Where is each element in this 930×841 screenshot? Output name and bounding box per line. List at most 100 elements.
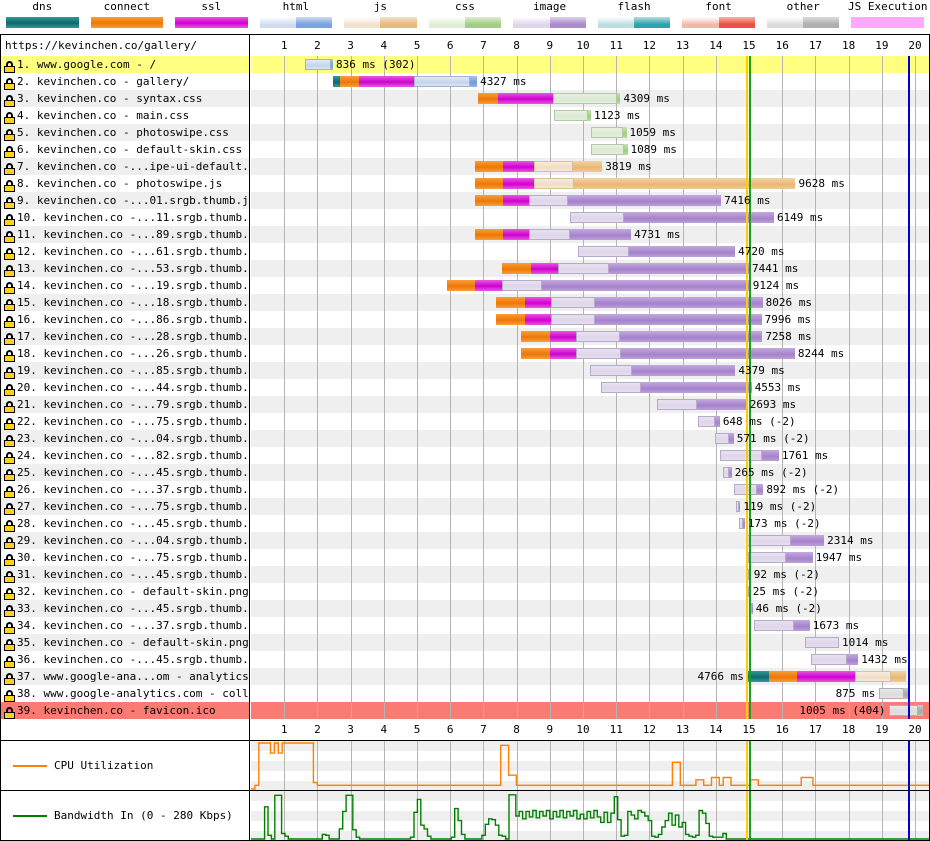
bar-duration-label: 4731 ms [634, 226, 680, 243]
waterfall-bar[interactable] [578, 246, 735, 257]
waterfall-bar[interactable] [698, 416, 720, 427]
waterfall-bar[interactable] [521, 331, 762, 342]
timeline-tick-top: 1 [281, 35, 288, 56]
bar-segment-dl-img [729, 467, 731, 478]
request-label-row[interactable]: 23. kevinchen.co -...04.srgb.thumb.jpg [1, 430, 249, 447]
waterfall-bar[interactable] [879, 688, 908, 699]
request-label-row[interactable]: 33. kevinchen.co -...45.srgb.thumb.jpg [1, 600, 249, 617]
bar-segment-connect [521, 348, 550, 359]
waterfall-bar[interactable] [805, 637, 839, 648]
timeline-gridline [915, 56, 916, 719]
waterfall-bar[interactable] [333, 76, 477, 87]
waterfall-bar[interactable] [748, 671, 906, 682]
request-label-row[interactable]: 14. kevinchen.co -...19.srgb.thumb.jpg [1, 277, 249, 294]
legend-swatch [682, 17, 755, 28]
waterfall-bar[interactable] [475, 161, 602, 172]
request-label-row[interactable]: 2. kevinchen.co - gallery/ [1, 73, 249, 90]
bar-segment-ssl [550, 348, 577, 359]
waterfall-bar[interactable] [475, 229, 631, 240]
bar-duration-label: 8026 ms [766, 294, 812, 311]
timeline-tick-top: 7 [480, 35, 487, 56]
request-label-row[interactable]: 21. kevinchen.co -...79.srgb.thumb.jpg [1, 396, 249, 413]
waterfall-bar[interactable] [305, 59, 333, 70]
bar-duration-label: 4720 ms [738, 243, 784, 260]
waterfall-bar[interactable] [889, 705, 923, 716]
bar-segment-ttfb-css [554, 110, 588, 121]
request-label-row[interactable]: 20. kevinchen.co -...44.srgb.thumb.jpg [1, 379, 249, 396]
request-label-row[interactable]: 5. kevinchen.co - photoswipe.css [1, 124, 249, 141]
waterfall-bar[interactable] [496, 297, 762, 308]
request-label-row[interactable]: 31. kevinchen.co -...45.srgb.thumb.jpg [1, 566, 249, 583]
request-label-row[interactable]: 9. kevinchen.co -...01.srgb.thumb.jpg [1, 192, 249, 209]
waterfall-bar[interactable] [747, 535, 824, 546]
request-label-row[interactable]: 35. kevinchen.co - default-skin.png [1, 634, 249, 651]
waterfall-bar[interactable] [447, 280, 750, 291]
bar-duration-label: 836 ms (302) [336, 56, 415, 73]
request-label-row[interactable]: 36. kevinchen.co -...45.srgb.thumb.jpg [1, 651, 249, 668]
request-label-row[interactable]: 32. kevinchen.co - default-skin.png [1, 583, 249, 600]
bar-segment-dl-img [715, 416, 720, 427]
waterfall-bar[interactable] [657, 399, 746, 410]
waterfall-bar[interactable] [601, 382, 752, 393]
request-label-row[interactable]: 8. kevinchen.co - photoswipe.js [1, 175, 249, 192]
timeline-gridline [550, 56, 551, 719]
waterfall-bar[interactable] [723, 467, 732, 478]
request-label-row[interactable]: 26. kevinchen.co -...37.srgb.thumb.jpg [1, 481, 249, 498]
waterfall-bar[interactable] [478, 93, 621, 104]
request-label-row[interactable]: 4. kevinchen.co - main.css [1, 107, 249, 124]
request-label-row[interactable]: 37. www.google-ana...om - analytics.js [1, 668, 249, 685]
request-label-row[interactable]: 29. kevinchen.co -...04.srgb.thumb.jpg [1, 532, 249, 549]
request-label-row[interactable]: 12. kevinchen.co -...61.srgb.thumb.jpg [1, 243, 249, 260]
bar-segment-ssl [475, 280, 502, 291]
request-label-row[interactable]: 11. kevinchen.co -...89.srgb.thumb.jpg [1, 226, 249, 243]
legend-item-flash: flash [592, 0, 677, 28]
waterfall-bar[interactable] [754, 620, 809, 631]
waterfall-bar[interactable] [570, 212, 774, 223]
waterfall-bar[interactable] [521, 348, 795, 359]
request-label-row[interactable]: 16. kevinchen.co -...86.srgb.thumb.jpg [1, 311, 249, 328]
waterfall-bar[interactable] [811, 654, 858, 665]
waterfall-bar[interactable] [736, 501, 740, 512]
lock-icon [4, 401, 15, 413]
request-label-row[interactable]: 25. kevinchen.co -...45.srgb.thumb.jpg [1, 464, 249, 481]
request-label-text: 2. kevinchen.co - gallery/ [17, 75, 189, 88]
request-label-row[interactable]: 1. www.google.com - / [1, 56, 249, 73]
waterfall-bar[interactable] [591, 127, 626, 138]
bar-duration-label: 265 ms (-2) [735, 464, 808, 481]
waterfall-bar[interactable] [590, 365, 735, 376]
request-label-row[interactable]: 17. kevinchen.co -...28.srgb.thumb.jpg [1, 328, 249, 345]
waterfall-bar[interactable] [748, 552, 813, 563]
request-label-row[interactable]: 38. www.google-analytics.com - collect [1, 685, 249, 702]
request-label-row[interactable]: 24. kevinchen.co -...82.srgb.thumb.jpg [1, 447, 249, 464]
request-label-row[interactable]: 13. kevinchen.co -...53.srgb.thumb.jpg [1, 260, 249, 277]
bar-segment-ttfb-img [748, 552, 786, 563]
waterfall-bar[interactable] [715, 433, 734, 444]
waterfall-bar[interactable] [502, 263, 749, 274]
request-label-row[interactable]: 10. kevinchen.co -...11.srgb.thumb.jpg [1, 209, 249, 226]
request-label-row[interactable]: 19. kevinchen.co -...85.srgb.thumb.jpg [1, 362, 249, 379]
request-label-row[interactable]: 6. kevinchen.co - default-skin.css [1, 141, 249, 158]
request-label-row[interactable]: 27. kevinchen.co -...75.srgb.thumb.jpg [1, 498, 249, 515]
waterfall-bar[interactable] [496, 314, 761, 325]
request-label-row[interactable]: 34. kevinchen.co -...37.srgb.thumb.jpg [1, 617, 249, 634]
waterfall-bar[interactable] [475, 195, 721, 206]
request-label-row[interactable]: 30. kevinchen.co -...75.srgb.thumb.jpg [1, 549, 249, 566]
bar-segment-dl-img [752, 603, 753, 614]
request-label-row[interactable]: 7. kevinchen.co -...ipe-ui-default.js [1, 158, 249, 175]
waterfall-bar[interactable] [739, 518, 745, 529]
request-label-row[interactable]: 3. kevinchen.co - syntax.css [1, 90, 249, 107]
request-label-row[interactable]: 15. kevinchen.co -...18.srgb.thumb.jpg [1, 294, 249, 311]
bar-segment-ttfb-js [534, 178, 575, 189]
request-label-row[interactable]: 28. kevinchen.co -...45.srgb.thumb.jpg [1, 515, 249, 532]
request-label-row[interactable]: 18. kevinchen.co -...26.srgb.thumb.jpg [1, 345, 249, 362]
bar-segment-dl-img [620, 331, 762, 342]
lock-icon [4, 180, 15, 192]
bar-segment-connect [769, 671, 798, 682]
waterfall-bar[interactable] [554, 110, 591, 121]
request-label-row[interactable]: 22. kevinchen.co -...75.srgb.thumb.jpg [1, 413, 249, 430]
bar-segment-dl-img [568, 195, 721, 206]
waterfall-bar[interactable] [591, 144, 627, 155]
request-label-row[interactable]: 39. kevinchen.co - favicon.ico [1, 702, 249, 719]
timeline-tick-top: 18 [842, 35, 855, 56]
timeline-gridline [317, 56, 318, 719]
